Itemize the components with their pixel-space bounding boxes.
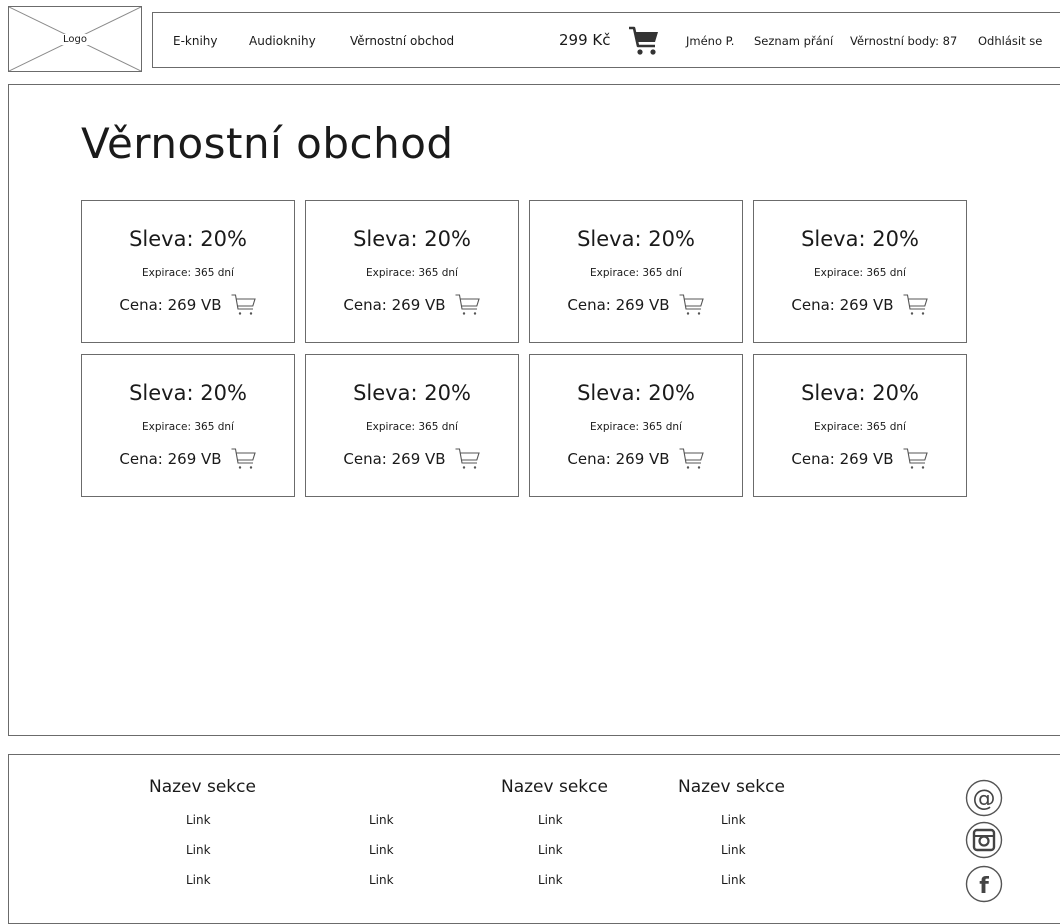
voucher-card[interactable]: Sleva: 20% Expirace: 365 dní Cena: 269 VB xyxy=(305,200,519,343)
voucher-price-row: Cena: 269 VB xyxy=(82,446,294,472)
footer-link[interactable]: Link xyxy=(538,813,563,827)
footer: Nazev sekce Nazev sekce Nazev sekce Link… xyxy=(8,754,1060,924)
add-to-cart-icon[interactable] xyxy=(678,446,705,472)
voucher-discount: Sleva: 20% xyxy=(801,227,919,251)
logo-label: Logo xyxy=(60,33,90,45)
voucher-expiry: Expirace: 365 dní xyxy=(142,267,234,279)
voucher-price: Cena: 269 VB xyxy=(567,450,670,468)
voucher-price-row: Cena: 269 VB xyxy=(530,292,742,318)
voucher-price-row: Cena: 269 VB xyxy=(754,446,966,472)
footer-link[interactable]: Link xyxy=(186,843,211,857)
voucher-discount: Sleva: 20% xyxy=(577,227,695,251)
voucher-price: Cena: 269 VB xyxy=(119,450,222,468)
voucher-card[interactable]: Sleva: 20% Expirace: 365 dní Cena: 269 VB xyxy=(753,354,967,497)
voucher-price-row: Cena: 269 VB xyxy=(306,446,518,472)
voucher-price: Cena: 269 VB xyxy=(343,450,446,468)
voucher-card[interactable]: Sleva: 20% Expirace: 365 dní Cena: 269 VB xyxy=(529,354,743,497)
voucher-expiry: Expirace: 365 dní xyxy=(366,421,458,433)
add-to-cart-icon[interactable] xyxy=(454,446,481,472)
voucher-price: Cena: 269 VB xyxy=(343,296,446,314)
footer-heading: Nazev sekce xyxy=(149,777,256,797)
footer-heading: Nazev sekce xyxy=(501,777,608,797)
add-to-cart-icon[interactable] xyxy=(902,446,929,472)
instagram-icon[interactable] xyxy=(965,821,1003,859)
main-content: Věrnostní obchod Sleva: 20% Expirace: 365… xyxy=(8,84,1060,736)
voucher-discount: Sleva: 20% xyxy=(129,381,247,405)
voucher-card[interactable]: Sleva: 20% Expirace: 365 dní Cena: 269 VB xyxy=(753,200,967,343)
add-to-cart-icon[interactable] xyxy=(230,292,257,318)
header-nav-bar: E-knihy Audioknihy Věrnostní obchod 299 … xyxy=(152,12,1060,68)
voucher-expiry: Expirace: 365 dní xyxy=(142,421,234,433)
voucher-card[interactable]: Sleva: 20% Expirace: 365 dní Cena: 269 VB xyxy=(81,354,295,497)
voucher-expiry: Expirace: 365 dní xyxy=(814,267,906,279)
voucher-price: Cena: 269 VB xyxy=(567,296,670,314)
footer-link[interactable]: Link xyxy=(369,843,394,857)
voucher-expiry: Expirace: 365 dní xyxy=(590,267,682,279)
add-to-cart-icon[interactable] xyxy=(454,292,481,318)
logo-placeholder[interactable]: Logo xyxy=(8,6,142,72)
voucher-card[interactable]: Sleva: 20% Expirace: 365 dní Cena: 269 VB xyxy=(81,200,295,343)
voucher-discount: Sleva: 20% xyxy=(129,227,247,251)
voucher-expiry: Expirace: 365 dní xyxy=(590,421,682,433)
voucher-price-row: Cena: 269 VB xyxy=(82,292,294,318)
footer-link[interactable]: Link xyxy=(369,873,394,887)
voucher-card[interactable]: Sleva: 20% Expirace: 365 dní Cena: 269 VB xyxy=(305,354,519,497)
voucher-discount: Sleva: 20% xyxy=(801,381,919,405)
voucher-discount: Sleva: 20% xyxy=(353,381,471,405)
wishlist-link[interactable]: Seznam přání xyxy=(754,34,833,48)
add-to-cart-icon[interactable] xyxy=(902,292,929,318)
footer-link[interactable]: Link xyxy=(186,813,211,827)
user-name-link[interactable]: Jméno P. xyxy=(686,34,734,48)
footer-link[interactable]: Link xyxy=(721,873,746,887)
voucher-price-row: Cena: 269 VB xyxy=(530,446,742,472)
voucher-expiry: Expirace: 365 dní xyxy=(366,267,458,279)
shopping-cart-icon[interactable] xyxy=(627,25,661,57)
page-title: Věrnostní obchod xyxy=(81,119,454,168)
add-to-cart-icon[interactable] xyxy=(230,446,257,472)
voucher-card[interactable]: Sleva: 20% Expirace: 365 dní Cena: 269 VB xyxy=(529,200,743,343)
voucher-price-row: Cena: 269 VB xyxy=(306,292,518,318)
facebook-icon[interactable]: f xyxy=(965,865,1003,903)
loyalty-points-link[interactable]: Věrnostní body: 87 xyxy=(850,34,957,48)
footer-link[interactable]: Link xyxy=(538,843,563,857)
footer-link[interactable]: Link xyxy=(369,813,394,827)
voucher-price: Cena: 269 VB xyxy=(791,450,894,468)
add-to-cart-icon[interactable] xyxy=(678,292,705,318)
email-icon[interactable]: @ xyxy=(965,779,1003,817)
voucher-price: Cena: 269 VB xyxy=(791,296,894,314)
nav-loyalty-shop[interactable]: Věrnostní obchod xyxy=(350,34,454,48)
cart-total: 299 Kč xyxy=(559,31,611,49)
footer-link[interactable]: Link xyxy=(186,873,211,887)
voucher-price-row: Cena: 269 VB xyxy=(754,292,966,318)
footer-heading: Nazev sekce xyxy=(678,777,785,797)
footer-link[interactable]: Link xyxy=(538,873,563,887)
voucher-discount: Sleva: 20% xyxy=(577,381,695,405)
logout-link[interactable]: Odhlásit se xyxy=(978,34,1042,48)
svg-text:f: f xyxy=(979,874,989,899)
footer-link[interactable]: Link xyxy=(721,813,746,827)
footer-link[interactable]: Link xyxy=(721,843,746,857)
voucher-discount: Sleva: 20% xyxy=(353,227,471,251)
svg-text:@: @ xyxy=(973,786,996,812)
nav-ebooks[interactable]: E-knihy xyxy=(173,34,218,48)
voucher-price: Cena: 269 VB xyxy=(119,296,222,314)
nav-audiobooks[interactable]: Audioknihy xyxy=(249,34,316,48)
voucher-expiry: Expirace: 365 dní xyxy=(814,421,906,433)
